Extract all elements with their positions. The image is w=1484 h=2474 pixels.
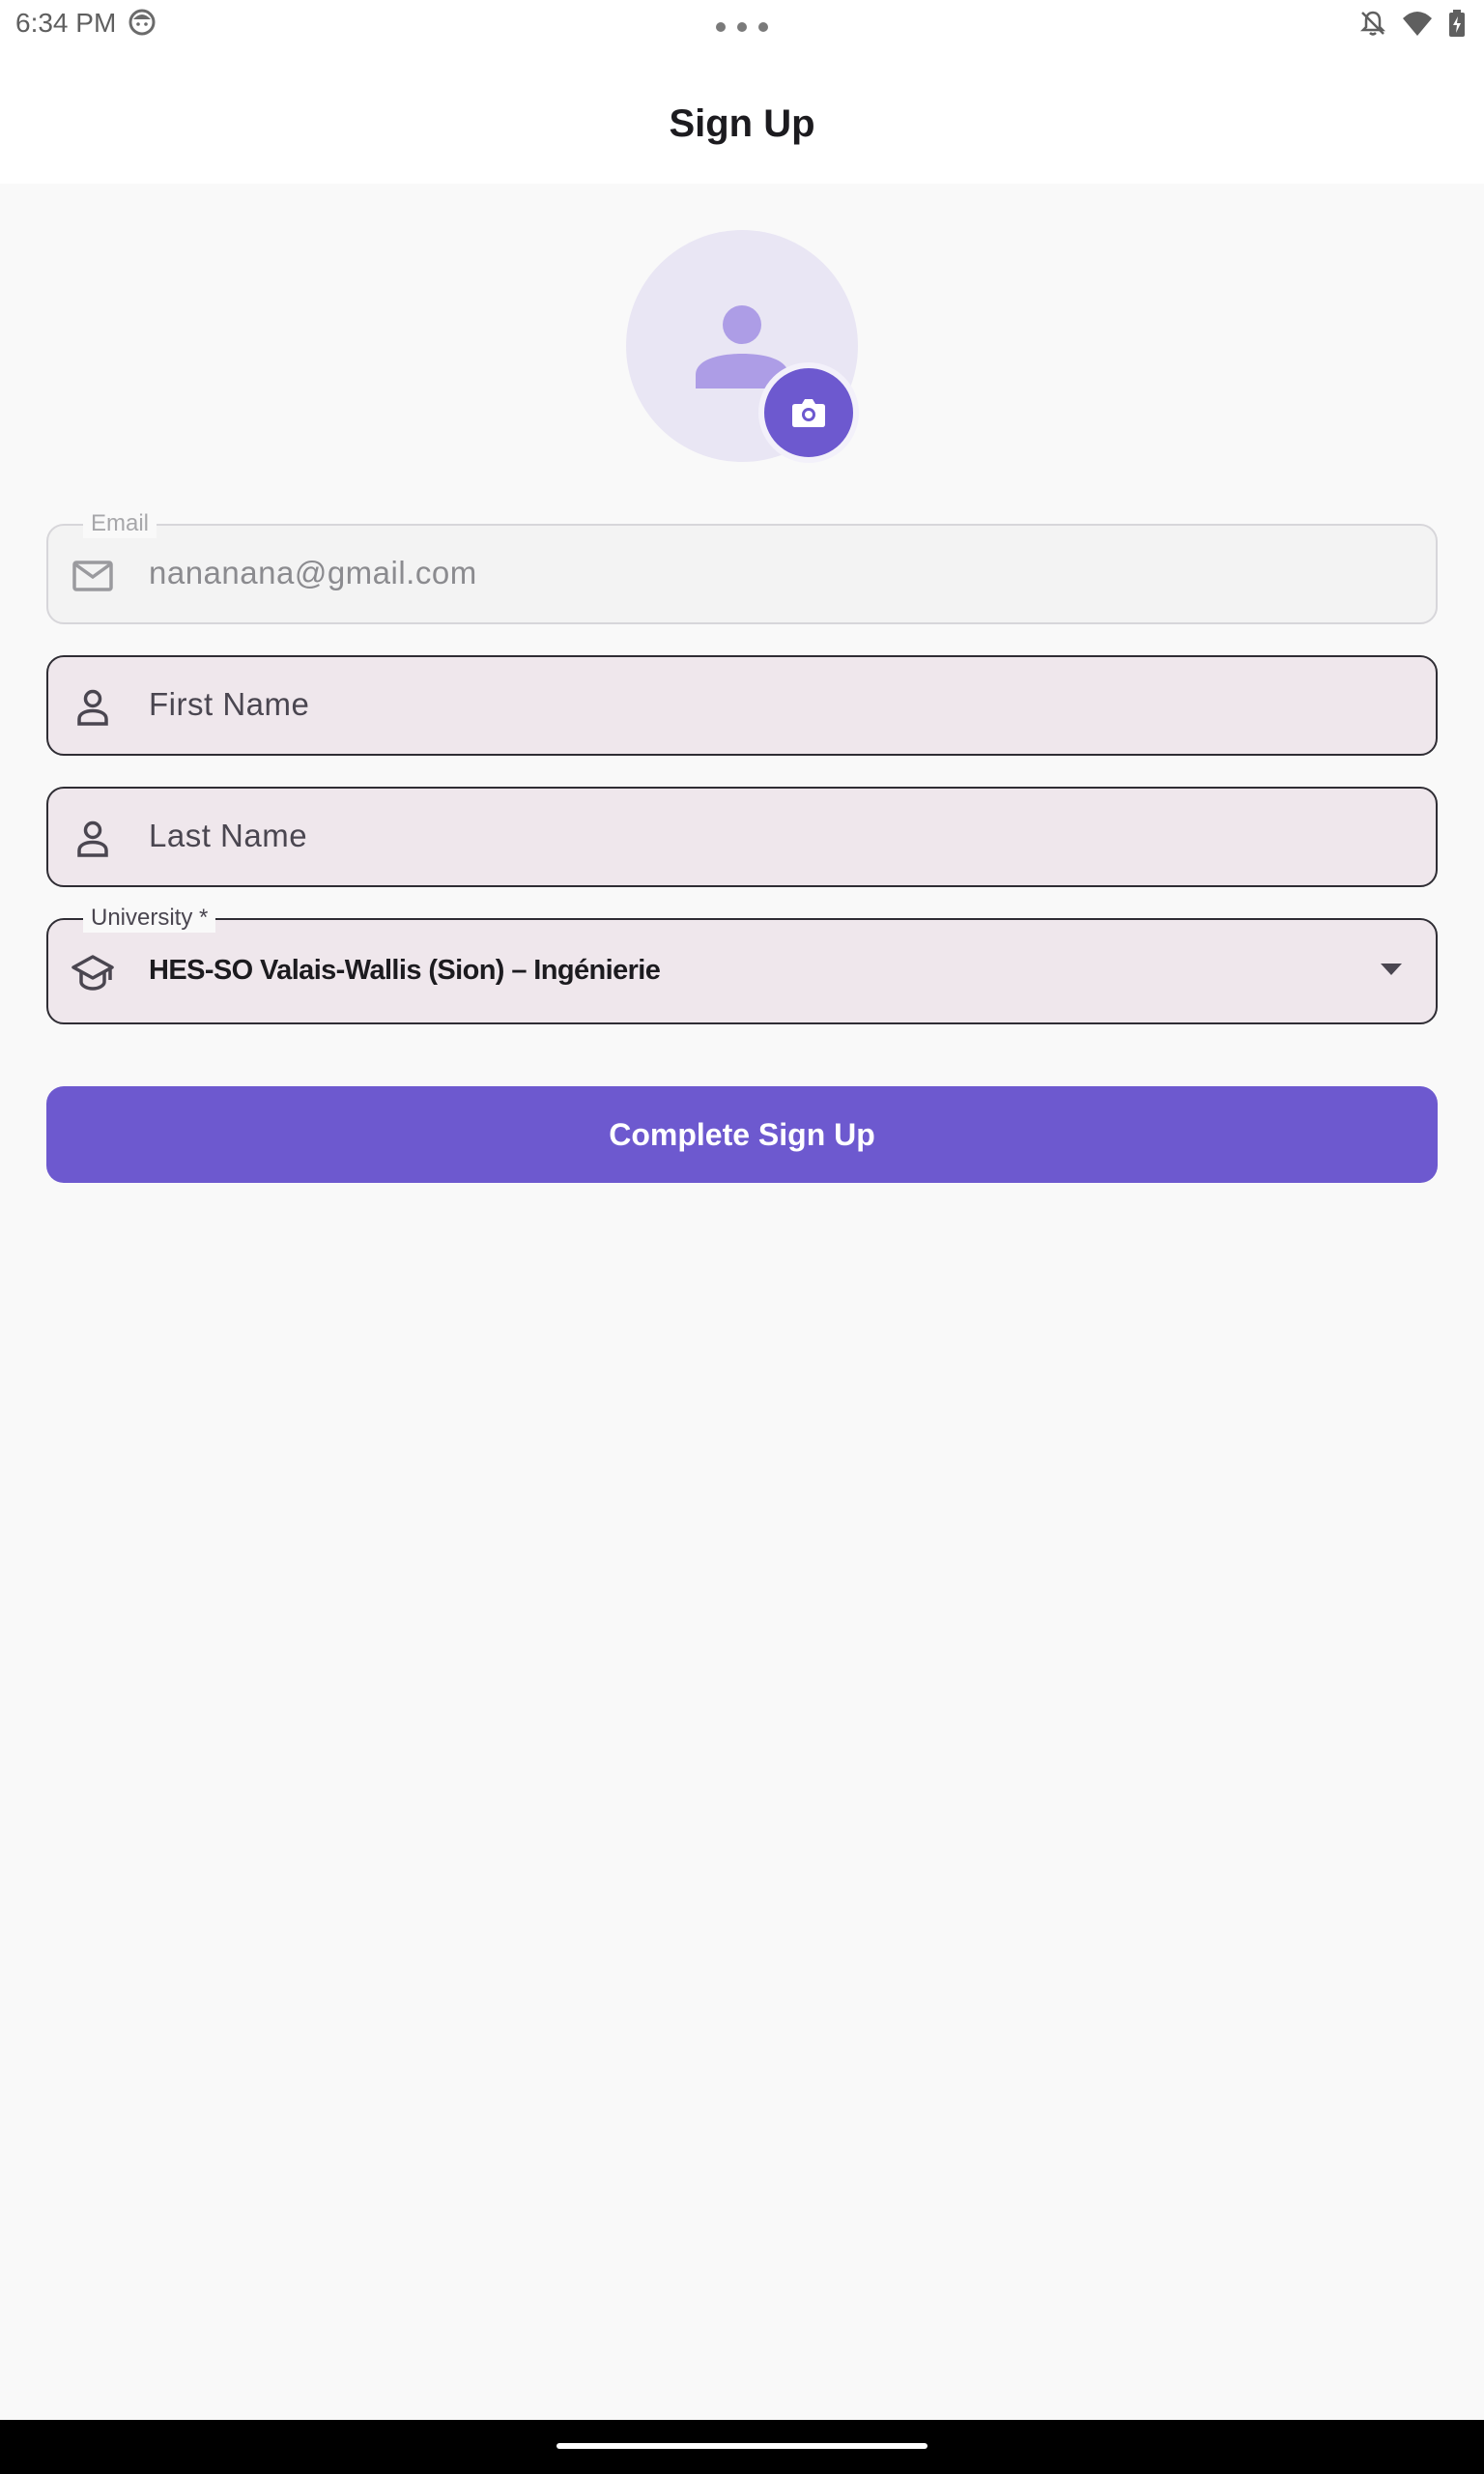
app-bar: Sign Up xyxy=(0,50,1484,184)
status-icons xyxy=(1358,8,1467,39)
university-label: University * xyxy=(83,904,216,933)
email-label: Email xyxy=(83,509,157,538)
battery-icon xyxy=(1449,10,1465,37)
page-title: Sign Up xyxy=(669,102,815,145)
complete-sign-up-button[interactable]: Complete Sign Up xyxy=(46,1086,1438,1183)
first-name-placeholder: First Name xyxy=(149,686,310,722)
mail-icon xyxy=(72,561,113,591)
school-icon xyxy=(71,955,114,991)
email-field: Email nananana@gmail.com xyxy=(46,509,1438,624)
person-icon xyxy=(77,689,108,726)
last-name-field[interactable]: Last Name xyxy=(46,787,1438,887)
status-bar: 6:34 PM xyxy=(0,0,1484,50)
more-dots-icon xyxy=(716,22,768,32)
wifi-icon xyxy=(1403,12,1432,36)
last-name-placeholder: Last Name xyxy=(149,818,308,853)
status-time: 6:34 PM xyxy=(15,8,117,38)
camera-icon xyxy=(792,399,825,427)
screen: 6:34 PM Sign Up Email nananana@gmail.com… xyxy=(0,0,1484,2474)
navigation-bar xyxy=(0,2420,1484,2474)
change-photo-button[interactable] xyxy=(758,362,859,463)
app-notification-icon xyxy=(128,9,156,36)
person-icon xyxy=(77,820,108,857)
gesture-handle[interactable] xyxy=(556,2443,928,2449)
university-selected-value: HES-SO Valais-Wallis (Sion) – Ingénierie xyxy=(149,955,661,986)
first-name-field[interactable]: First Name xyxy=(46,655,1438,756)
dropdown-arrow-icon[interactable] xyxy=(1380,963,1403,976)
notifications-off-icon xyxy=(1359,11,1386,36)
university-dropdown[interactable]: University * HES-SO Valais-Wallis (Sion)… xyxy=(46,904,1438,1024)
email-value: nananana@gmail.com xyxy=(149,555,477,590)
